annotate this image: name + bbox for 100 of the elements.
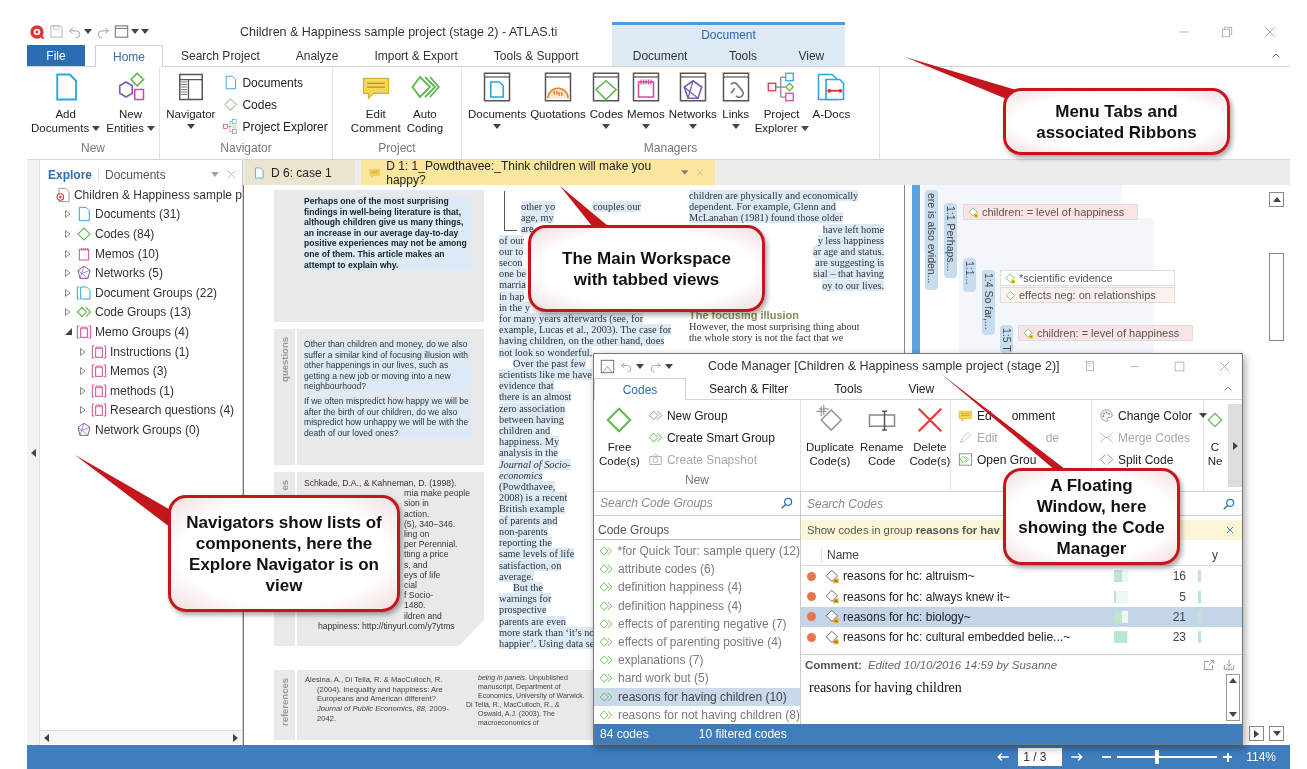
- ribbon-button[interactable]: Duplicate Code(s): [804, 405, 856, 468]
- list-item[interactable]: hard work but (5): [594, 669, 800, 688]
- ribbon-button[interactable]: Edit Comment: [348, 72, 403, 135]
- code-tag[interactable]: *scientific evidence: [1000, 270, 1175, 286]
- scroll-up-icon[interactable]: [1229, 678, 1237, 683]
- tree-item[interactable]: Children & Happiness sample p: [73, 187, 242, 202]
- scroll-down-icon[interactable]: [1229, 712, 1237, 717]
- table-row[interactable]: reasons for hc: biology~ 21: [801, 606, 1242, 628]
- ribbon-button[interactable]: Rename Code: [857, 405, 906, 468]
- table-row[interactable]: reasons for hc: cultural embedded belie...~ 23: [801, 627, 1242, 648]
- code-tag[interactable]: effects neg: on relationships: [1000, 287, 1175, 303]
- list-item[interactable]: definition happiness (4): [594, 578, 800, 597]
- vertical-scrollbar[interactable]: [1226, 674, 1240, 721]
- tree-item[interactable]: methods (1): [110, 383, 175, 398]
- column-header[interactable]: y: [1212, 547, 1242, 562]
- ribbon-button[interactable]: Project Explorer: [223, 116, 328, 137]
- dropdown-icon[interactable]: [681, 170, 689, 175]
- navigator-tab[interactable]: Documents: [105, 167, 172, 182]
- menu-tab[interactable]: Analyze: [277, 45, 357, 66]
- ribbon-button[interactable]: Add Documents: [29, 72, 103, 135]
- list-item[interactable]: explanations (7): [594, 651, 800, 670]
- menu-tab[interactable]: Tools: [710, 45, 775, 66]
- code-tag[interactable]: children: = level of happiness: [963, 204, 1138, 220]
- ribbon-button[interactable]: New Entities: [104, 72, 157, 135]
- code-tag[interactable]: children: = level of happiness: [1018, 325, 1193, 341]
- ribbon-button[interactable]: Codes: [223, 94, 328, 115]
- close-icon[interactable]: [1224, 524, 1236, 536]
- tree-item[interactable]: Memos (3): [110, 364, 168, 379]
- tree-item[interactable]: Research questions (4): [110, 403, 235, 418]
- tab-label[interactable]: D 6: case 1: [271, 165, 332, 180]
- scroll-left-icon[interactable]: [44, 733, 49, 742]
- list-item[interactable]: reasons for not having children (8): [594, 705, 800, 724]
- list-item[interactable]: reasons for having children (10): [594, 687, 800, 706]
- menu-tab[interactable]: Import & Export: [356, 45, 476, 66]
- tab-label[interactable]: D 1: 1_Powdthavee:_Think children will make you happy?: [386, 158, 676, 187]
- ribbon-button[interactable]: Delete Code(s): [907, 405, 953, 468]
- dropdown-icon[interactable]: [211, 172, 219, 177]
- menu-tab[interactable]: View: [780, 45, 843, 66]
- quotation-label[interactable]: 1:1...: [963, 258, 976, 292]
- navigator-tab[interactable]: Explore: [48, 167, 99, 182]
- export-icon[interactable]: [1202, 658, 1216, 672]
- search-icon[interactable]: [1222, 496, 1236, 511]
- file-tab[interactable]: File: [27, 45, 85, 66]
- ribbon-button[interactable]: Links: [718, 72, 753, 129]
- document-tab[interactable]: D 6: case 1: [245, 160, 355, 185]
- tree-item[interactable]: Codes (84): [95, 227, 155, 241]
- pin-icon[interactable]: [1083, 358, 1097, 373]
- ribbon-tab[interactable]: View: [885, 378, 958, 399]
- ribbon-button[interactable]: Auto Coding: [404, 72, 446, 135]
- tree-item[interactable]: Networks (5): [95, 266, 163, 281]
- page-field[interactable]: 1 / 3: [1018, 748, 1063, 766]
- quotation-label[interactable]: 1:4 So far,...: [982, 270, 995, 335]
- window-icon[interactable]: [114, 24, 129, 39]
- tree-item[interactable]: Document Groups (22): [95, 285, 218, 300]
- ribbon-button[interactable]: Codes: [587, 72, 626, 129]
- ribbon-button[interactable]: Quotations: [528, 72, 588, 121]
- tree-item[interactable]: Memos (10): [95, 246, 159, 261]
- collapse-arrow-icon[interactable]: [30, 448, 36, 457]
- quotation-label[interactable]: 1:5 T: [1000, 325, 1013, 353]
- table-row[interactable]: reasons for hc: always knew it~ 5: [801, 586, 1242, 607]
- ribbon-button[interactable]: Navigator: [164, 72, 218, 129]
- scroll-right-icon[interactable]: [1232, 441, 1238, 450]
- ribbon-tab[interactable]: Codes: [594, 378, 686, 400]
- triangle-icon[interactable]: [65, 328, 72, 336]
- save-icon[interactable]: [49, 24, 64, 39]
- ribbon-button[interactable]: Documents: [223, 72, 328, 93]
- scroll-right-icon[interactable]: [233, 733, 238, 742]
- ribbon-button[interactable]: Documents: [466, 72, 529, 129]
- ribbon-button[interactable]: New Group: [647, 405, 775, 426]
- document-tab[interactable]: D 1: 1_Powdthavee:_Think children will make you happy?: [361, 160, 715, 185]
- tree-item[interactable]: Documents (31): [95, 207, 181, 222]
- ribbon-button[interactable]: A-Docs: [810, 72, 853, 121]
- import-icon[interactable]: [1222, 658, 1236, 672]
- zoom-in-icon[interactable]: [1223, 752, 1233, 762]
- menu-tab[interactable]: Tools & Support: [475, 45, 597, 66]
- quotation-label[interactable]: ere is also eviden...: [925, 190, 938, 290]
- window-icon[interactable]: [600, 358, 615, 374]
- ribbon-button[interactable]: Networks: [666, 72, 719, 129]
- scroll-down-icon[interactable]: [1272, 731, 1281, 736]
- tree-item[interactable]: Code Groups (13): [95, 305, 192, 320]
- ribbon-button[interactable]: Memos: [625, 72, 667, 129]
- slider-thumb[interactable]: [1155, 750, 1160, 764]
- app-logo-icon[interactable]: [29, 23, 45, 40]
- menu-tab[interactable]: Home: [95, 45, 163, 67]
- scroll-thumb[interactable]: [1269, 253, 1284, 341]
- quotation-label[interactable]: 1:1 Perhaps...: [944, 203, 957, 278]
- list-item[interactable]: definition happiness (4): [594, 596, 800, 615]
- list-item[interactable]: effects of parenting negative (7): [594, 614, 800, 633]
- ribbon-tab[interactable]: Tools: [811, 378, 886, 399]
- ribbon-button[interactable]: Project Explorer: [752, 72, 811, 135]
- list-item[interactable]: effects of parenting positive (4): [594, 632, 800, 652]
- list-item[interactable]: attribute codes (6): [594, 560, 800, 579]
- close-icon[interactable]: [225, 168, 238, 181]
- menu-tab[interactable]: Document: [614, 45, 706, 66]
- table-row[interactable]: reasons for hc: altruism~ 16: [801, 566, 1242, 587]
- tree-item[interactable]: Memo Groups (4): [95, 324, 190, 339]
- scroll-up-icon[interactable]: [1272, 197, 1281, 202]
- tree-item[interactable]: Network Groups (0): [95, 422, 200, 437]
- menu-tab[interactable]: Search Project: [163, 45, 278, 66]
- tree-item[interactable]: Instructions (1): [110, 344, 190, 359]
